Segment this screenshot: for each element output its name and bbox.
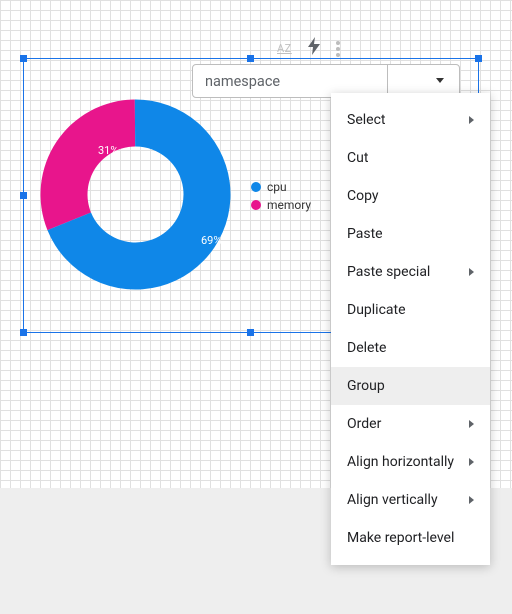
menu-item-label: Select xyxy=(347,112,385,128)
legend-label: cpu xyxy=(267,180,287,194)
menu-item-label: Align vertically xyxy=(347,492,438,508)
legend-swatch-memory xyxy=(251,200,261,210)
submenu-arrow-icon xyxy=(469,458,474,466)
resize-handle-ml[interactable] xyxy=(20,192,27,199)
submenu-arrow-icon xyxy=(469,420,474,428)
menu-item-cut[interactable]: Cut xyxy=(331,139,490,177)
resize-handle-tl[interactable] xyxy=(20,55,27,62)
sort-az-button[interactable]: AZ xyxy=(277,42,292,55)
menu-item-label: Delete xyxy=(347,340,386,356)
resize-handle-tm[interactable] xyxy=(247,55,254,62)
slice-label-cpu: 69% xyxy=(201,234,221,247)
legend-item-cpu: cpu xyxy=(251,180,311,194)
dropdown-label: namespace xyxy=(205,73,280,90)
menu-item-label: Paste xyxy=(347,226,383,242)
menu-item-paste[interactable]: Paste xyxy=(331,215,490,253)
chevron-down-icon xyxy=(436,78,444,83)
menu-item-align-horizontally[interactable]: Align horizontally xyxy=(331,443,490,481)
menu-item-label: Make report-level xyxy=(347,530,454,546)
menu-item-label: Align horizontally xyxy=(347,454,454,470)
submenu-arrow-icon xyxy=(469,496,474,504)
legend-label: memory xyxy=(267,198,311,212)
chart-legend: cpu memory xyxy=(251,180,311,216)
legend-item-memory: memory xyxy=(251,198,311,212)
menu-item-align-vertically[interactable]: Align vertically xyxy=(331,481,490,519)
menu-item-select[interactable]: Select xyxy=(331,101,490,139)
more-options-icon[interactable] xyxy=(336,41,340,57)
context-menu[interactable]: Select Cut Copy Paste Paste special Duplicate… xyxy=(331,93,490,565)
menu-item-order[interactable]: Order xyxy=(331,405,490,443)
mini-toolbar: AZ xyxy=(277,37,340,60)
menu-item-label: Group xyxy=(347,378,385,394)
menu-item-group[interactable]: Group xyxy=(331,367,490,405)
menu-item-make-report-level[interactable]: Make report-level xyxy=(331,519,490,557)
submenu-arrow-icon xyxy=(469,116,474,124)
menu-item-paste-special[interactable]: Paste special xyxy=(331,253,490,291)
resize-handle-bl[interactable] xyxy=(20,329,27,336)
menu-item-label: Order xyxy=(347,416,381,432)
donut-chart[interactable]: 31% 69% xyxy=(33,92,238,301)
donut-slice xyxy=(41,100,136,231)
menu-item-copy[interactable]: Copy xyxy=(331,177,490,215)
legend-swatch-cpu xyxy=(251,182,261,192)
slice-label-memory: 31% xyxy=(98,144,118,157)
menu-item-label: Duplicate xyxy=(347,302,406,318)
resize-handle-bm[interactable] xyxy=(247,329,254,336)
bolt-icon[interactable] xyxy=(308,37,320,60)
submenu-arrow-icon xyxy=(469,268,474,276)
resize-handle-tr[interactable] xyxy=(475,55,482,62)
menu-item-duplicate[interactable]: Duplicate xyxy=(331,291,490,329)
menu-item-delete[interactable]: Delete xyxy=(331,329,490,367)
menu-item-label: Cut xyxy=(347,150,368,166)
menu-item-label: Paste special xyxy=(347,264,430,280)
menu-item-label: Copy xyxy=(347,188,379,204)
